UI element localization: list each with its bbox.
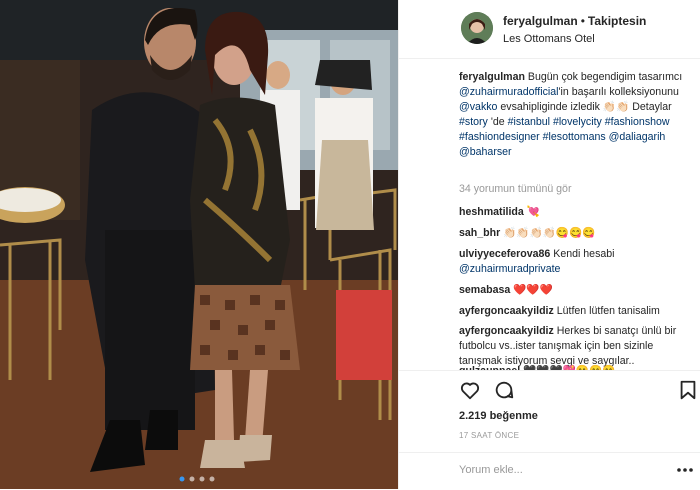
caption-emojis: 👏🏻👏🏻 [602, 101, 630, 113]
caption-text-1: Bugün çok begendigim tasarımcı [527, 71, 683, 83]
view-all-comments-link[interactable]: 34 yorumun tümünü gör [459, 182, 691, 197]
post-header: feryalgulman • Takiptesin Les Ottomans Ote… [399, 0, 700, 59]
carousel-dot-active [179, 476, 185, 482]
caption-text-5: 'de [490, 116, 505, 128]
carousel-dot [209, 476, 215, 482]
bookmark-icon[interactable] [677, 379, 699, 401]
caption-text-3: evsahipliginde izledik [500, 101, 600, 113]
post-side-panel: feryalgulman • Takiptesin Les Ottomans Ote… [398, 0, 700, 489]
avatar[interactable] [461, 12, 493, 44]
caption-text-2: 'in başarılı kolleksiyonunu [558, 86, 679, 98]
comments-section: feryalgulman Bugün çok begendigim tasarı… [399, 58, 700, 370]
comment-text: Lütfen lütfen tanisalim [556, 305, 660, 317]
add-comment-field[interactable]: Yorum ekle... [399, 452, 700, 490]
header-user: feryalgulman • Takiptesin [503, 14, 646, 28]
caption-tag-story[interactable]: #story [459, 116, 488, 128]
hashtag-link[interactable]: #lovelycity [553, 116, 602, 128]
comment-bubble-icon[interactable] [493, 379, 515, 401]
comment-text: 👏🏻👏🏻👏🏻👏🏻😋😋😋 [503, 227, 596, 239]
comment: heshmatilida 💘 [459, 205, 691, 220]
hashtag-link[interactable]: #lesottomans [543, 131, 606, 143]
caption-text-4: Detaylar [632, 101, 672, 113]
comment-username[interactable]: ayfergoncaakyildiz [459, 305, 554, 317]
comment: semabasa ❤️❤️❤️ [459, 283, 691, 298]
post-photo[interactable] [0, 0, 398, 489]
add-comment-placeholder[interactable]: Yorum ekle... [459, 464, 523, 476]
comment-text: Kendi hesabi [553, 248, 615, 260]
caption-username[interactable]: feryalgulman [459, 71, 525, 83]
more-dots-icon[interactable] [677, 467, 693, 473]
separator-dot: • [580, 14, 585, 28]
comment-username[interactable]: semabasa [459, 284, 510, 296]
mention-link[interactable]: @baharser [459, 146, 512, 158]
comment: sah_bhr 👏🏻👏🏻👏🏻👏🏻😋😋😋 [459, 226, 691, 241]
comment-username[interactable]: heshmatilida [459, 206, 524, 218]
carousel-dot [199, 476, 205, 482]
caption-mention-1[interactable]: @zuhairmuradofficial [459, 86, 558, 98]
caption: feryalgulman Bugün çok begendigim tasarı… [459, 70, 691, 160]
comment-username[interactable]: ulviyyeceferova86 [459, 248, 550, 260]
photo-scene [0, 0, 398, 489]
post-timestamp: 17 SAAT ÖNCE [459, 431, 520, 440]
comment-username[interactable]: sah_bhr [459, 227, 500, 239]
location-link[interactable]: Les Ottomans Otel [503, 33, 595, 45]
hashtag-link[interactable]: #fashionshow [605, 116, 670, 128]
header-username[interactable]: feryalgulman [503, 14, 578, 28]
heart-icon[interactable] [459, 379, 481, 401]
caption-mention-2[interactable]: @vakko [459, 101, 497, 113]
carousel-indicator [0, 476, 398, 482]
mention-link[interactable]: @daliagarih [609, 131, 666, 143]
hashtag-link[interactable]: #istanbul [508, 116, 550, 128]
carousel-dot [189, 476, 195, 482]
comment-text: ❤️❤️❤️ [513, 284, 553, 296]
follow-status[interactable]: Takiptesin [588, 14, 646, 28]
comment: ayfergoncaakyildiz Herkes bi sanatçı ünl… [459, 324, 691, 369]
comment: ayfergoncaakyildiz Lütfen lütfen tanisal… [459, 304, 691, 319]
likes-count[interactable]: 2.219 beğenme [459, 410, 538, 422]
comment-username[interactable]: ayfergoncaakyildiz [459, 325, 554, 337]
comment-text: 💘 [526, 206, 540, 218]
action-bar [399, 370, 700, 403]
comment-mention[interactable]: @zuhairmuradprivate [459, 263, 560, 275]
comment: ulviyyeceferova86 Kendi hesabi @zuhairmu… [459, 247, 691, 277]
hashtag-link[interactable]: #fashiondesigner [459, 131, 540, 143]
